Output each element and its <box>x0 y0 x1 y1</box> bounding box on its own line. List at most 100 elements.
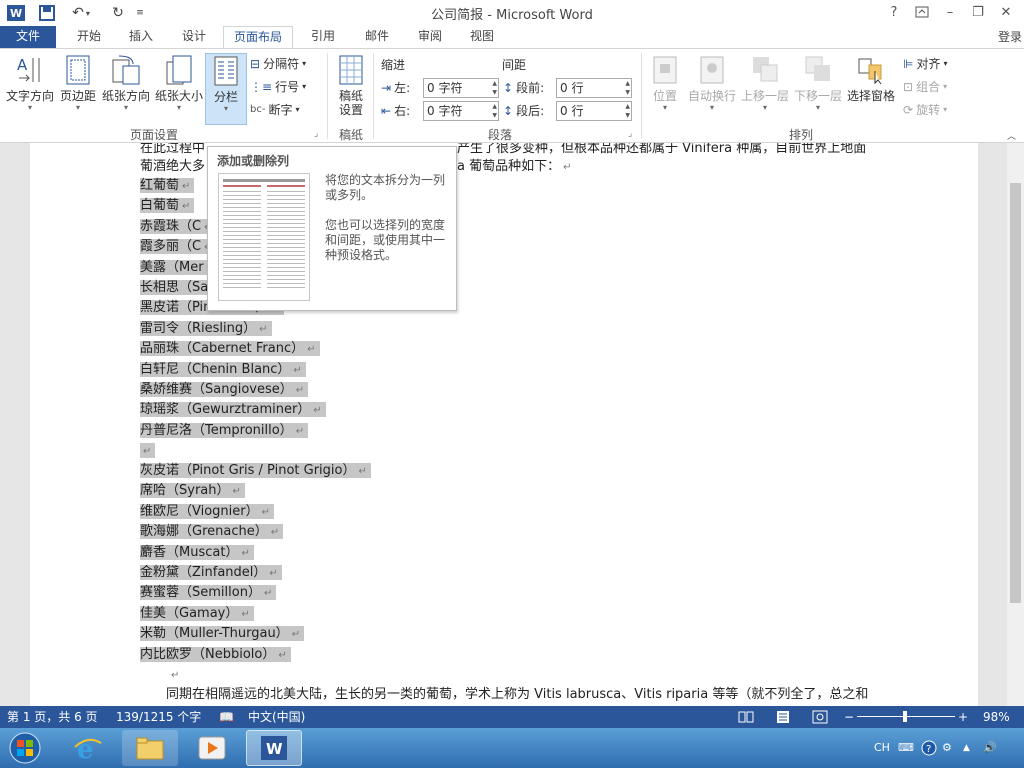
spacing-before-icon: ↕ <box>503 81 514 95</box>
window-title: 公司简报 - Microsoft Word <box>431 8 593 23</box>
volume-icon[interactable]: 🔊 <box>983 728 997 768</box>
group-button[interactable]: ⊡ 组合 ▾ <box>903 77 947 97</box>
hyphenation-button[interactable]: bc- 断字 ▾ <box>250 100 300 120</box>
scrollbar-thumb[interactable] <box>1010 183 1021 603</box>
spacing-header: 间距 <box>502 58 527 72</box>
list-item: 雷司令（Riesling） ↵ <box>140 319 272 338</box>
zoom-out-button[interactable]: − <box>844 706 854 728</box>
list-item: 白轩尼（Chenin Blanc） ↵ <box>140 360 306 379</box>
vertical-scrollbar[interactable] <box>1007 143 1024 706</box>
restore-button[interactable]: ❐ <box>967 2 989 22</box>
input-language-indicator[interactable]: CH <box>874 728 890 768</box>
document-area[interactable]: 在此过程中 产生了很多变种，但根本品种还都属于 Vinifera 种属，目前世界… <box>0 143 1024 706</box>
word-taskbar-icon[interactable]: W <box>246 730 302 766</box>
doc-line: a 葡萄品种如下： ↵ <box>457 159 572 174</box>
selection-pane-icon <box>856 53 886 87</box>
taskbar: e W CH ⌨ ? ⚙ ▲ 🔊 <box>0 728 1024 768</box>
ie-icon[interactable]: e <box>60 730 116 766</box>
paragraph-dialog-launcher-icon[interactable]: ⌟ <box>628 129 632 139</box>
spacing-before-input[interactable]: 0 行 ▲ ▼ <box>556 78 632 98</box>
indent-right-input[interactable]: 0 字符 ▲ ▼ <box>423 101 499 121</box>
minimize-button[interactable]: – <box>939 2 961 22</box>
tab-design[interactable]: 设计 <box>171 26 217 48</box>
list-item: 米勒（Muller-Thurgau） ↵ <box>140 624 305 643</box>
wrap-text-icon <box>697 53 727 87</box>
ribbon: A 文字方向 ▾ 页边距 ▾ 纸张方向 ▾ 纸张大小 ▾ 分栏 ▾ ⊟ 分隔符 ▾ <box>0 48 1024 143</box>
tab-view[interactable]: 视图 <box>459 26 505 48</box>
tab-review[interactable]: 审阅 <box>407 26 453 48</box>
media-player-icon[interactable] <box>184 730 240 766</box>
page-setup-dialog-launcher-icon[interactable]: ⌟ <box>314 129 318 139</box>
list-item: 丹普尼洛（Tempronillo） ↵ <box>140 421 309 440</box>
send-backward-button[interactable]: 下移一层 ▾ <box>793 53 843 125</box>
zoom-slider[interactable] <box>857 706 955 728</box>
tab-home[interactable]: 开始 <box>66 26 112 48</box>
list-item: 品丽珠（Cabernet Franc） ↵ <box>140 339 320 358</box>
proofing-icon[interactable]: 📖 <box>219 706 234 728</box>
indent-left-input[interactable]: 0 字符 ▲ ▼ <box>423 78 499 98</box>
doc-line: 在此过程中 <box>140 143 206 156</box>
text-direction-button[interactable]: A 文字方向 ▾ <box>4 53 56 125</box>
keyboard-icon[interactable]: ⌨ <box>898 728 914 768</box>
tab-mailings[interactable]: 邮件 <box>354 26 400 48</box>
zoom-slider-thumb[interactable] <box>903 711 907 722</box>
paper-group-label: 稿纸 <box>339 128 364 142</box>
ribbon-display-options-icon[interactable] <box>911 2 933 22</box>
print-layout-icon[interactable] <box>775 706 791 728</box>
spin-arrows-icon[interactable]: ▲ ▼ <box>492 102 497 120</box>
collapse-ribbon-icon[interactable]: ︿ <box>1007 129 1016 142</box>
web-layout-icon[interactable] <box>812 706 828 728</box>
orientation-button[interactable]: 纸张方向 ▾ <box>100 53 152 125</box>
page-count[interactable]: 第 1 页，共 6 页 <box>7 706 98 728</box>
columns-button[interactable]: 分栏 ▾ <box>205 53 247 125</box>
close-button[interactable]: ✕ <box>995 2 1017 22</box>
align-button[interactable]: ⊫ 对齐 ▾ <box>903 54 947 74</box>
spacing-after-label: ↕ 段后: <box>503 101 544 121</box>
size-button[interactable]: 纸张大小 ▾ <box>153 53 205 125</box>
list-item: 琼瑶浆（Gewurztraminer） ↵ <box>140 400 326 419</box>
spin-arrows-icon[interactable]: ▲ ▼ <box>625 102 630 120</box>
doc-line: 产生了很多变种，但根本品种还都属于 Vinifera 种属，目前世界上地面 <box>457 143 867 156</box>
signin-link[interactable]: 登录 <box>998 26 1022 48</box>
list-item: 歌海娜（Grenache） ↵ <box>140 522 284 541</box>
read-mode-icon[interactable] <box>738 706 754 728</box>
list-item: 灰皮诺（Pinot Gris / Pinot Grigio） ↵ <box>140 461 371 480</box>
zoom-in-button[interactable]: + <box>958 706 968 728</box>
tab-references[interactable]: 引用 <box>300 26 346 48</box>
paper-setup-button[interactable]: 稿纸 设置 <box>332 53 370 125</box>
doc-line: 同期在相隔遥远的北美大陆，生长的另一类的葡萄，学术上称为 Vitis labru… <box>166 687 869 702</box>
show-hidden-icons-icon[interactable]: ▲ <box>963 728 970 768</box>
help-tray-icon[interactable]: ? <box>921 728 937 768</box>
zoom-level[interactable]: 98% <box>983 706 1010 728</box>
wrap-text-button[interactable]: 自动换行 ▾ <box>686 53 738 125</box>
svg-text:?: ? <box>926 744 931 755</box>
breaks-button[interactable]: ⊟ 分隔符 ▾ <box>250 54 306 74</box>
file-explorer-icon[interactable] <box>122 730 178 766</box>
start-button[interactable] <box>0 730 50 766</box>
bring-forward-button[interactable]: 上移一层 ▾ <box>740 53 790 125</box>
selection-pane-button[interactable]: 选择窗格 <box>845 53 897 125</box>
title-bar: W ↶ ▾ ↻ ≡ 公司简报 - Microsoft Word ? – ❐ ✕ <box>0 0 1024 26</box>
language-indicator[interactable]: 中文(中国) <box>248 706 305 728</box>
tab-insert[interactable]: 插入 <box>118 26 164 48</box>
list-item: 霞多丽（C↵ <box>140 237 217 256</box>
ribbon-tabs: 文件 开始 插入 设计 页面布局 引用 邮件 审阅 视图 登录 <box>0 26 1024 48</box>
word-count[interactable]: 139/1215 个字 <box>116 706 201 728</box>
document-page[interactable]: 在此过程中 产生了很多变种，但根本品种还都属于 Vinifera 种属，目前世界… <box>30 143 978 706</box>
spin-arrows-icon[interactable]: ▲ ▼ <box>492 79 497 97</box>
position-button[interactable]: 位置 ▾ <box>646 53 684 125</box>
list-item: 白葡萄 ↵ <box>140 196 195 215</box>
group-icon: ⊡ <box>903 80 914 94</box>
spin-arrows-icon[interactable]: ▲ ▼ <box>625 79 630 97</box>
tab-file[interactable]: 文件 <box>0 26 56 48</box>
tray-settings-icon[interactable]: ⚙ <box>942 728 952 768</box>
rotate-button[interactable]: ⟳ 旋转 ▾ <box>903 100 947 120</box>
line-numbers-button[interactable]: ⋮≡ 行号 ▾ <box>250 77 306 97</box>
help-button[interactable]: ? <box>883 2 905 22</box>
tab-page-layout[interactable]: 页面布局 <box>223 26 293 48</box>
spacing-after-icon: ↕ <box>503 104 514 118</box>
paragraph-group-label: 段落 <box>488 128 513 142</box>
spacing-after-input[interactable]: 0 行 ▲ ▼ <box>556 101 632 121</box>
margins-button[interactable]: 页边距 ▾ <box>58 53 98 125</box>
list-item: 金粉黛（Zinfandel） ↵ <box>140 563 282 582</box>
